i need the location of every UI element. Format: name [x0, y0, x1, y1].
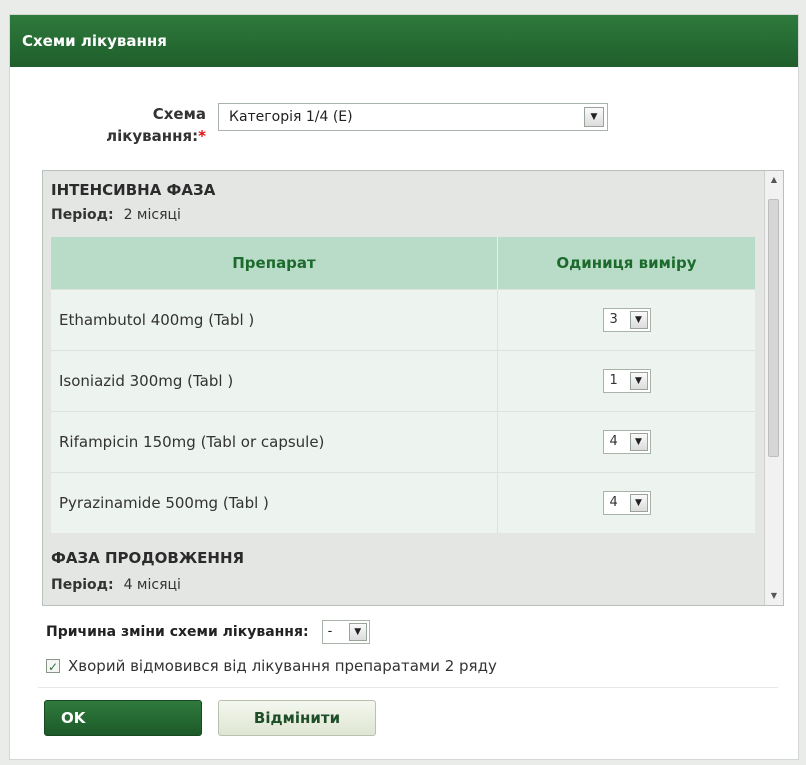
intensive-phase-period: Період: 2 місяці — [51, 207, 181, 223]
column-header-drug: Препарат — [51, 237, 498, 290]
panel-scrollbar[interactable]: ▲ ▼ — [764, 171, 783, 605]
reason-select[interactable]: - ▼ — [321, 620, 370, 644]
refusal-row: ✓ Хворий відмовився від лікування препар… — [46, 657, 497, 675]
chevron-down-icon[interactable]: ▼ — [629, 372, 648, 390]
dialog-title: Схеми лікування — [10, 15, 798, 67]
continuation-phase-title: ФАЗА ПРОДОВЖЕННЯ — [51, 549, 245, 567]
divider — [38, 687, 778, 688]
reason-row: Причина зміни схеми лікування: - ▼ — [46, 620, 370, 648]
scroll-up-icon[interactable]: ▲ — [765, 171, 783, 189]
scheme-select[interactable]: Категорія 1/4 (E) ▼ — [218, 103, 608, 131]
drug-name: Rifampicin 150mg (Tabl or capsule) — [51, 411, 498, 473]
unit-select[interactable]: 3 ▼ — [602, 308, 651, 332]
phases-panel: ІНТЕНСИВНА ФАЗА Період: 2 місяці Препарат… — [42, 170, 784, 606]
chevron-down-icon[interactable]: ▼ — [629, 433, 648, 451]
refusal-label: Хворий відмовився від лікування препарат… — [68, 657, 497, 675]
unit-select[interactable]: 4 ▼ — [602, 491, 651, 515]
scrollbar-thumb[interactable] — [768, 199, 779, 457]
scheme-select-value: Категорія 1/4 (E) — [229, 109, 353, 125]
reason-select-value: - — [327, 624, 333, 639]
treatment-schemes-dialog: Схеми лікування Схема лікування:* Катего… — [9, 14, 799, 760]
intensive-phase-title: ІНТЕНСИВНА ФАЗА — [51, 181, 216, 199]
unit-select-value: 3 — [609, 312, 618, 327]
scheme-label-line1: Схема — [152, 105, 206, 123]
drug-name: Isoniazid 300mg (Tabl ) — [51, 350, 498, 412]
column-header-unit: Одиниця виміру — [497, 237, 755, 290]
table-row: Rifampicin 150mg (Tabl or capsule) 4 ▼ — [51, 411, 755, 473]
unit-select-value: 4 — [609, 495, 618, 510]
table-row: Pyrazinamide 500mg (Tabl ) 4 ▼ — [51, 472, 755, 533]
chevron-down-icon[interactable]: ▼ — [629, 311, 648, 329]
continuation-phase-period: Період: 4 місяці — [51, 577, 181, 593]
unit-select-value: 1 — [609, 373, 618, 388]
period-value: 2 місяці — [123, 207, 181, 223]
ok-button[interactable]: OK — [44, 700, 202, 736]
unit-select-value: 4 — [609, 434, 618, 449]
period-label: Період: — [51, 207, 114, 223]
table-row: Isoniazid 300mg (Tabl ) 1 ▼ — [51, 350, 755, 412]
scroll-down-icon[interactable]: ▼ — [765, 587, 783, 605]
unit-select[interactable]: 4 ▼ — [602, 430, 651, 454]
chevron-down-icon[interactable]: ▼ — [629, 494, 648, 512]
table-row: Ethambutol 400mg (Tabl ) 3 ▼ — [51, 289, 755, 351]
scheme-row: Схема лікування:* Категорія 1/4 (E) ▼ — [10, 103, 798, 163]
cancel-button[interactable]: Відмінити — [218, 700, 376, 736]
chevron-down-icon[interactable]: ▼ — [584, 107, 604, 127]
drug-name: Pyrazinamide 500mg (Tabl ) — [51, 472, 498, 533]
reason-label: Причина зміни схеми лікування: — [46, 624, 309, 640]
required-mark: * — [198, 127, 206, 145]
refusal-checkbox[interactable]: ✓ — [46, 659, 60, 674]
drug-name: Ethambutol 400mg (Tabl ) — [51, 289, 498, 351]
period-label: Період: — [51, 577, 114, 593]
scheme-label: Схема лікування:* — [80, 103, 206, 147]
unit-select[interactable]: 1 ▼ — [602, 369, 651, 393]
chevron-down-icon[interactable]: ▼ — [348, 623, 367, 641]
drug-table: Препарат Одиниця виміру Ethambutol 400mg… — [51, 237, 755, 533]
checkmark-icon: ✓ — [47, 660, 59, 674]
scheme-label-line2: лікування: — [106, 127, 199, 145]
period-value: 4 місяці — [123, 577, 181, 593]
